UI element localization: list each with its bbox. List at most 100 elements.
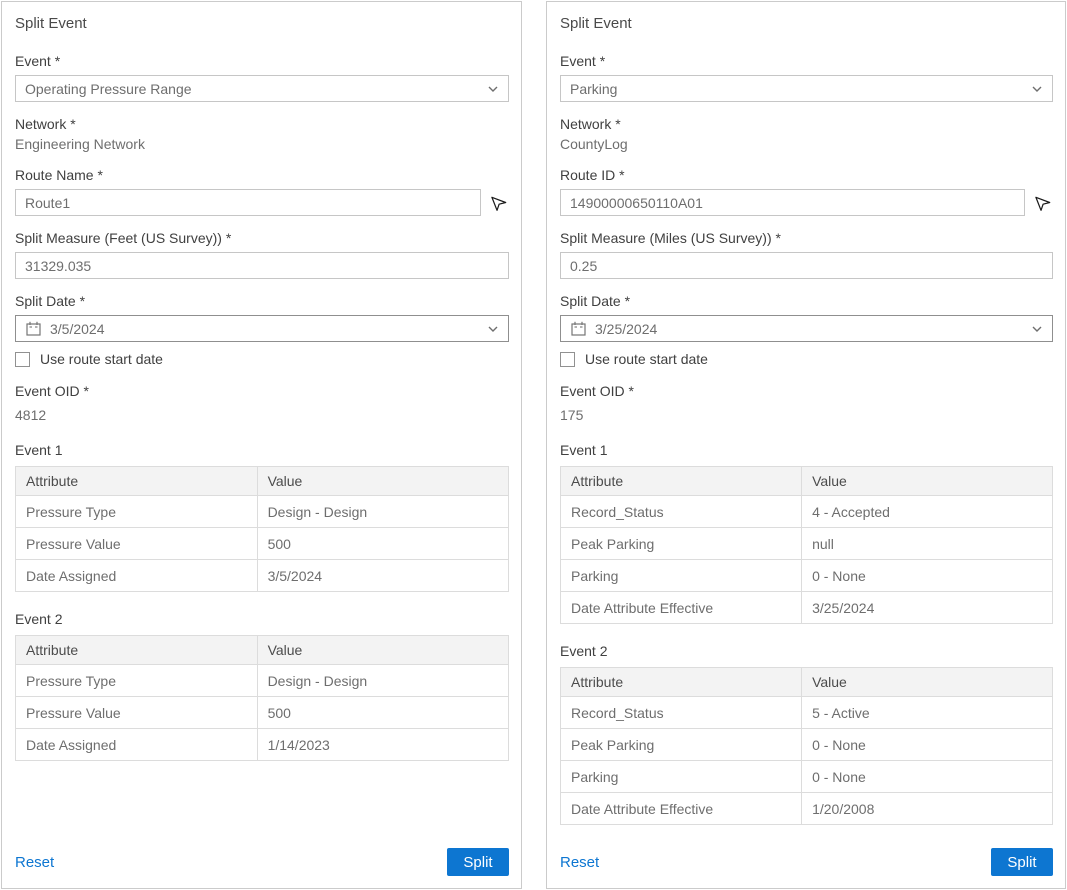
- split-measure-input[interactable]: [560, 252, 1053, 279]
- split-button[interactable]: Split: [447, 848, 509, 876]
- table-header-row: Attribute Value: [561, 668, 1053, 697]
- route-input[interactable]: [15, 189, 481, 216]
- attribute-column-header: Attribute: [561, 467, 802, 496]
- reset-link[interactable]: Reset: [15, 854, 54, 871]
- reset-link[interactable]: Reset: [560, 854, 599, 871]
- panel-title: Split Event: [560, 15, 1053, 32]
- attribute-cell: Date Attribute Effective: [561, 793, 802, 825]
- calendar-icon: [25, 320, 42, 337]
- table-row: Pressure Type Design - Design: [16, 665, 509, 697]
- event-oid-value: 4812: [15, 407, 509, 423]
- table-row: Pressure Value 500: [16, 528, 509, 560]
- route-input[interactable]: [560, 189, 1025, 216]
- use-route-start-date-label: Use route start date: [585, 351, 708, 367]
- table-header-row: Attribute Value: [561, 467, 1053, 496]
- event-select[interactable]: Parking: [560, 75, 1053, 102]
- use-route-start-date-checkbox[interactable]: [560, 352, 575, 367]
- event-oid-group: Event OID * 175: [560, 383, 1053, 423]
- calendar-icon: [570, 320, 587, 337]
- table-row: Peak Parking 0 - None: [561, 729, 1053, 761]
- event-oid-label: Event OID *: [560, 383, 1053, 399]
- panel-footer: Reset Split: [15, 848, 509, 876]
- table-row: Record_Status 5 - Active: [561, 697, 1053, 729]
- attribute-cell: Record_Status: [561, 496, 802, 528]
- split-measure-input[interactable]: [15, 252, 509, 279]
- split-date-picker[interactable]: 3/5/2024: [15, 315, 509, 342]
- event1-section: Event 1 Attribute Value Pressure Type De…: [15, 442, 509, 592]
- value-cell: 3/5/2024: [257, 560, 508, 592]
- event1-section: Event 1 Attribute Value Record_Status 4 …: [560, 442, 1053, 624]
- table-row: Pressure Value 500: [16, 697, 509, 729]
- split-button[interactable]: Split: [991, 848, 1053, 876]
- attribute-cell: Date Attribute Effective: [561, 592, 802, 624]
- event2-heading: Event 2: [560, 643, 1053, 659]
- date-field-group: Split Date * 3/5/2024: [15, 293, 509, 342]
- event-oid-group: Event OID * 4812: [15, 383, 509, 423]
- split-event-panels: Split Event Event * Operating Pressure R…: [0, 0, 1067, 890]
- route-select-pointer-icon[interactable]: [490, 193, 509, 212]
- split-date-label: Split Date *: [15, 293, 509, 309]
- value-column-header: Value: [257, 467, 508, 496]
- value-cell: 0 - None: [802, 729, 1053, 761]
- attribute-cell: Pressure Value: [16, 697, 258, 729]
- measure-field-group: Split Measure (Miles (US Survey)) *: [560, 230, 1053, 279]
- attribute-column-header: Attribute: [561, 668, 802, 697]
- value-cell: 0 - None: [802, 761, 1053, 793]
- event-label: Event *: [560, 53, 1053, 69]
- attribute-cell: Date Assigned: [16, 729, 258, 761]
- value-column-header: Value: [802, 467, 1053, 496]
- event2-section: Event 2 Attribute Value Record_Status 5 …: [560, 643, 1053, 825]
- value-cell: 5 - Active: [802, 697, 1053, 729]
- table-row: Date Attribute Effective 1/20/2008: [561, 793, 1053, 825]
- split-date-label: Split Date *: [560, 293, 1053, 309]
- measure-label: Split Measure (Feet (US Survey)) *: [15, 230, 509, 246]
- table-row: Date Assigned 3/5/2024: [16, 560, 509, 592]
- attribute-cell: Parking: [561, 560, 802, 592]
- use-route-start-date-checkbox[interactable]: [15, 352, 30, 367]
- network-label: Network *: [15, 116, 509, 132]
- event-field-group: Event * Operating Pressure Range: [15, 53, 509, 102]
- split-date-picker[interactable]: 3/25/2024: [560, 315, 1053, 342]
- event-oid-label: Event OID *: [15, 383, 509, 399]
- value-cell: 0 - None: [802, 560, 1053, 592]
- value-column-header: Value: [257, 636, 508, 665]
- event2-section: Event 2 Attribute Value Pressure Type De…: [15, 611, 509, 761]
- table-header-row: Attribute Value: [16, 467, 509, 496]
- attribute-cell: Pressure Type: [16, 496, 258, 528]
- use-route-start-date-row: Use route start date: [15, 351, 509, 367]
- value-cell: Design - Design: [257, 665, 508, 697]
- event-field-group: Event * Parking: [560, 53, 1053, 102]
- network-group: Network * Engineering Network: [15, 116, 509, 167]
- value-column-header: Value: [802, 668, 1053, 697]
- value-cell: 500: [257, 528, 508, 560]
- measure-field-group: Split Measure (Feet (US Survey)) *: [15, 230, 509, 279]
- attribute-cell: Pressure Value: [16, 528, 258, 560]
- event-select-value: Operating Pressure Range: [25, 81, 487, 97]
- panel-footer: Reset Split: [560, 848, 1053, 876]
- attribute-cell: Peak Parking: [561, 528, 802, 560]
- event1-heading: Event 1: [560, 442, 1053, 458]
- split-date-value: 3/25/2024: [595, 321, 1031, 337]
- use-route-start-date-label: Use route start date: [40, 351, 163, 367]
- value-cell: 1/20/2008: [802, 793, 1053, 825]
- table-row: Parking 0 - None: [561, 560, 1053, 592]
- date-field-group: Split Date * 3/25/2024: [560, 293, 1053, 342]
- split-event-panel-left: Split Event Event * Operating Pressure R…: [1, 1, 522, 889]
- route-field-group: Route ID *: [560, 167, 1053, 216]
- route-field-group: Route Name *: [15, 167, 509, 216]
- event1-heading: Event 1: [15, 442, 509, 458]
- event-label: Event *: [15, 53, 509, 69]
- value-cell: 4 - Accepted: [802, 496, 1053, 528]
- route-select-pointer-icon[interactable]: [1034, 193, 1053, 212]
- attribute-cell: Parking: [561, 761, 802, 793]
- table-row: Parking 0 - None: [561, 761, 1053, 793]
- event-select[interactable]: Operating Pressure Range: [15, 75, 509, 102]
- event1-table: Attribute Value Pressure Type Design - D…: [15, 466, 509, 592]
- chevron-down-icon: [1031, 83, 1043, 95]
- route-label: Route ID *: [560, 167, 1053, 183]
- network-value: Engineering Network: [15, 136, 509, 152]
- panel-title: Split Event: [15, 15, 509, 32]
- table-row: Record_Status 4 - Accepted: [561, 496, 1053, 528]
- value-cell: 1/14/2023: [257, 729, 508, 761]
- network-label: Network *: [560, 116, 1053, 132]
